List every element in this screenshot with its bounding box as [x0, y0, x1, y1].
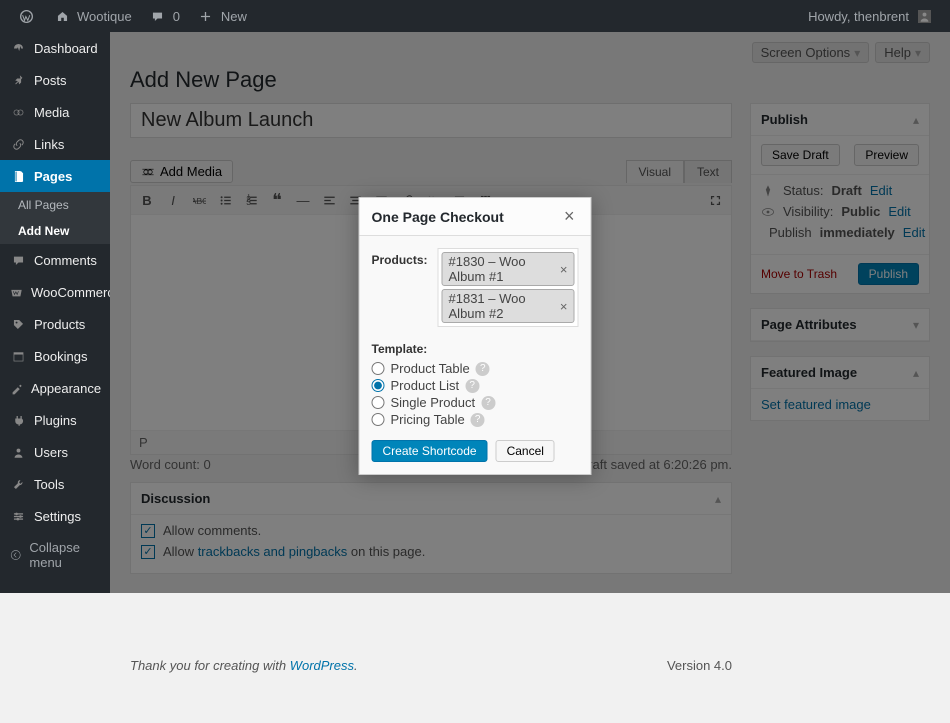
template-option[interactable]: Product Table?: [372, 360, 579, 377]
settings-icon: [10, 508, 26, 524]
link-icon: [10, 136, 26, 152]
modal-title: One Page Checkout: [372, 209, 504, 225]
product-icon: [10, 316, 26, 332]
products-label: Products:: [372, 248, 428, 267]
sidebar-label: Products: [34, 317, 85, 332]
help-icon[interactable]: ?: [465, 379, 479, 393]
sidebar-label: Pages: [34, 169, 72, 184]
wordpress-link[interactable]: WordPress: [290, 658, 354, 673]
version: Version 4.0: [667, 658, 732, 673]
appearance-icon: [10, 380, 23, 396]
cancel-button[interactable]: Cancel: [496, 440, 555, 462]
sidebar-label: Links: [34, 137, 64, 152]
howdy[interactable]: Howdy, thenbrent: [800, 0, 942, 32]
sidebar-item-plugins[interactable]: Plugins: [0, 404, 110, 436]
create-shortcode-button[interactable]: Create Shortcode: [372, 440, 488, 462]
collapse-icon: [10, 548, 21, 562]
sidebar-item-dashboard[interactable]: Dashboard: [0, 32, 110, 64]
sidebar-label: Comments: [34, 253, 97, 268]
collapse-menu[interactable]: Collapse menu: [0, 532, 110, 578]
sidebar-label: Users: [34, 445, 68, 460]
sidebar-label: Settings: [34, 509, 81, 524]
admin-sidebar: Dashboard Posts Media Links Pages All PagesAd…: [0, 32, 110, 593]
comments-link[interactable]: 0: [140, 0, 188, 32]
help-icon[interactable]: ?: [481, 396, 495, 410]
product-tag: #1830 – Woo Album #1×: [442, 252, 575, 286]
pin-icon: [10, 72, 26, 88]
comments-count: 0: [173, 9, 180, 24]
media-icon: [10, 104, 26, 120]
template-radio[interactable]: [372, 362, 385, 375]
sidebar-item-products[interactable]: Products: [0, 308, 110, 340]
template-option[interactable]: Product List?: [372, 377, 579, 394]
avatar-icon: [914, 6, 934, 26]
wp-logo[interactable]: [8, 0, 44, 32]
users-icon: [10, 444, 26, 460]
template-option[interactable]: Pricing Table?: [372, 411, 579, 428]
calendar-icon: [10, 348, 26, 364]
template-radio[interactable]: [372, 413, 385, 426]
plugin-icon: [10, 412, 26, 428]
template-radio[interactable]: [372, 396, 385, 409]
modal-close-button[interactable]: ×: [560, 206, 579, 227]
sidebar-item-bookings[interactable]: Bookings: [0, 340, 110, 372]
page-icon: [10, 168, 26, 184]
help-icon[interactable]: ?: [476, 362, 490, 376]
sidebar-label: Tools: [34, 477, 64, 492]
sidebar-item-users[interactable]: Users: [0, 436, 110, 468]
sidebar-item-links[interactable]: Links: [0, 128, 110, 160]
tools-icon: [10, 476, 26, 492]
sidebar-label: Dashboard: [34, 41, 98, 56]
sidebar-item-appearance[interactable]: Appearance: [0, 372, 110, 404]
products-input[interactable]: #1830 – Woo Album #1×#1831 – Woo Album #…: [438, 248, 579, 327]
remove-tag-button[interactable]: ×: [558, 262, 570, 277]
help-icon[interactable]: ?: [471, 413, 485, 427]
sidebar-label: Media: [34, 105, 69, 120]
new-link[interactable]: New: [188, 0, 255, 32]
sidebar-item-pages[interactable]: Pages: [0, 160, 110, 192]
product-tag: #1831 – Woo Album #2×: [442, 289, 575, 323]
opc-modal: One Page Checkout × Products: #1830 – Wo…: [359, 197, 592, 475]
new-label: New: [221, 9, 247, 24]
admin-bar: Wootique 0 New Howdy, thenbrent: [0, 0, 950, 32]
sidebar-sub-add-new[interactable]: Add New: [0, 218, 110, 244]
sidebar-label: Appearance: [31, 381, 101, 396]
template-label: Template:: [372, 337, 579, 356]
comment-icon: [151, 10, 164, 23]
remove-tag-button[interactable]: ×: [558, 299, 570, 314]
sidebar-label: Plugins: [34, 413, 77, 428]
sidebar-item-tools[interactable]: Tools: [0, 468, 110, 500]
dashboard-icon: [10, 40, 26, 56]
comment-icon: [10, 252, 26, 268]
sidebar-label: Posts: [34, 73, 67, 88]
sidebar-item-media[interactable]: Media: [0, 96, 110, 128]
plus-icon: [199, 10, 212, 23]
sidebar-item-comments[interactable]: Comments: [0, 244, 110, 276]
site-label: Wootique: [77, 9, 132, 24]
woo-icon: [10, 284, 23, 300]
home-icon: [56, 10, 69, 23]
template-option[interactable]: Single Product?: [372, 394, 579, 411]
sidebar-item-settings[interactable]: Settings: [0, 500, 110, 532]
sidebar-sub-all-pages[interactable]: All Pages: [0, 192, 110, 218]
site-name[interactable]: Wootique: [44, 0, 140, 32]
howdy-label: Howdy, thenbrent: [808, 9, 909, 24]
sidebar-label: Bookings: [34, 349, 87, 364]
sidebar-item-posts[interactable]: Posts: [0, 64, 110, 96]
template-radio[interactable]: [372, 379, 385, 392]
sidebar-item-woocommerce[interactable]: WooCommerce: [0, 276, 110, 308]
sidebar-label: WooCommerce: [31, 285, 110, 300]
